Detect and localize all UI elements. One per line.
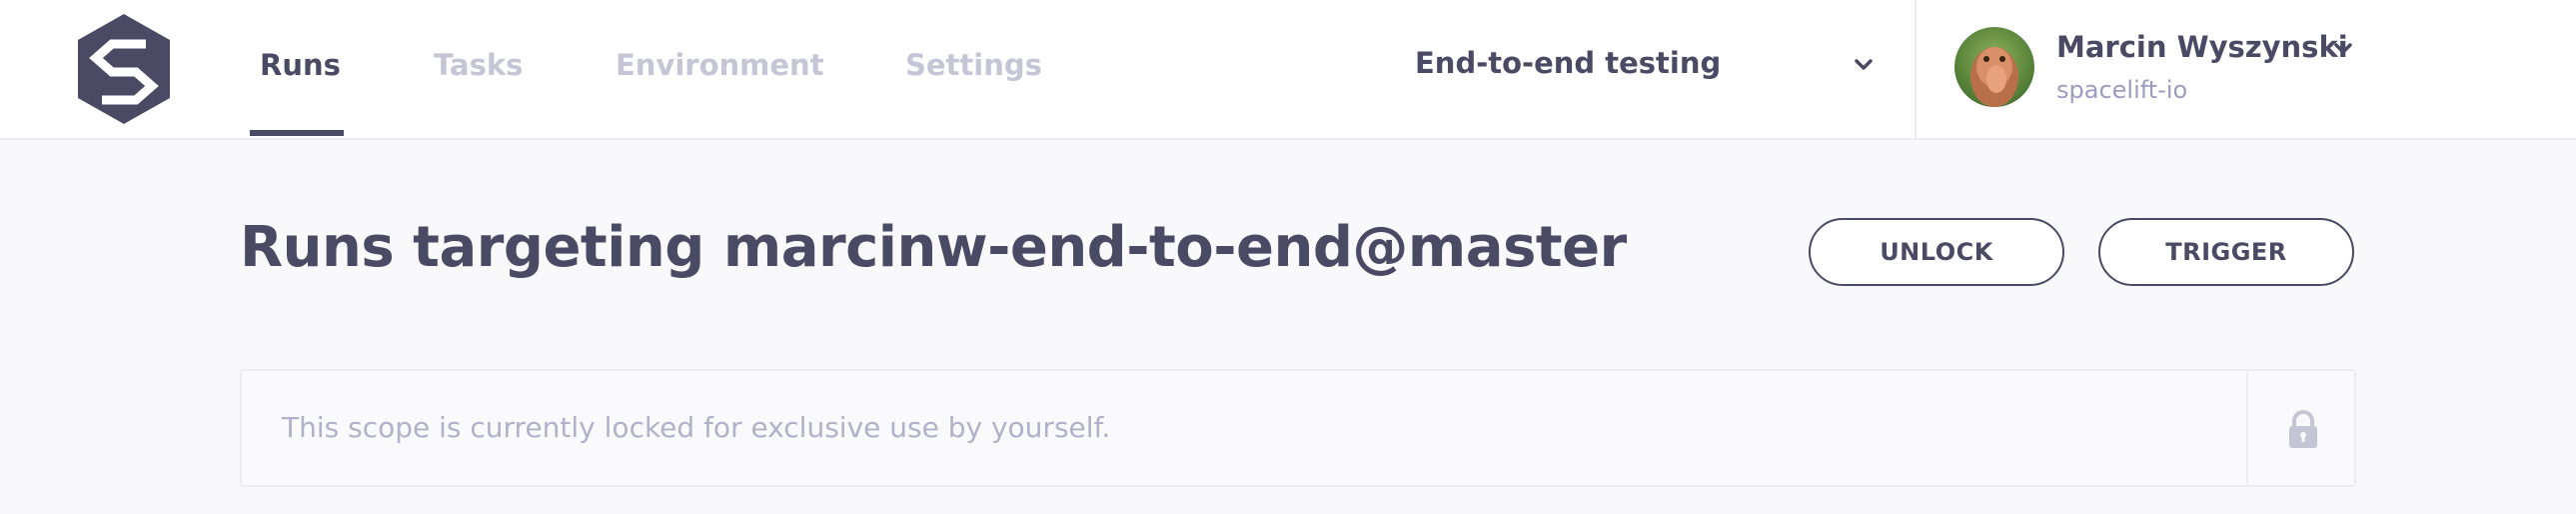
user-menu-chevron-icon[interactable]: [2328, 34, 2358, 64]
spacelift-logo-icon[interactable]: [72, 10, 176, 128]
avatar[interactable]: [1954, 27, 2034, 107]
trigger-button[interactable]: TRIGGER: [2098, 218, 2354, 286]
lock-notice-text: This scope is currently locked for exclu…: [282, 411, 1111, 444]
user-name: Marcin Wyszynski: [2056, 30, 2348, 64]
tab-runs[interactable]: Runs: [260, 48, 341, 82]
unlock-button[interactable]: UNLOCK: [1809, 218, 2064, 286]
header-divider: [1915, 0, 1917, 138]
lock-notice-divider: [2246, 371, 2248, 485]
tab-settings[interactable]: Settings: [905, 48, 1042, 82]
top-header: Runs Tasks Environment Settings End-to-e…: [0, 0, 2576, 140]
environment-select-value: End-to-end testing: [1415, 46, 1722, 80]
tab-tasks[interactable]: Tasks: [434, 48, 523, 82]
lock-notice: This scope is currently locked for exclu…: [240, 369, 2356, 487]
active-tab-indicator: [250, 130, 344, 136]
lock-icon: [2284, 409, 2322, 449]
user-org: spacelift-io: [2056, 76, 2188, 104]
chevron-down-icon: [1849, 50, 1879, 80]
page-title: Runs targeting marcinw-end-to-end@master: [240, 215, 1627, 280]
tab-environment[interactable]: Environment: [616, 48, 824, 82]
environment-select[interactable]: End-to-end testing: [1389, 20, 1899, 110]
